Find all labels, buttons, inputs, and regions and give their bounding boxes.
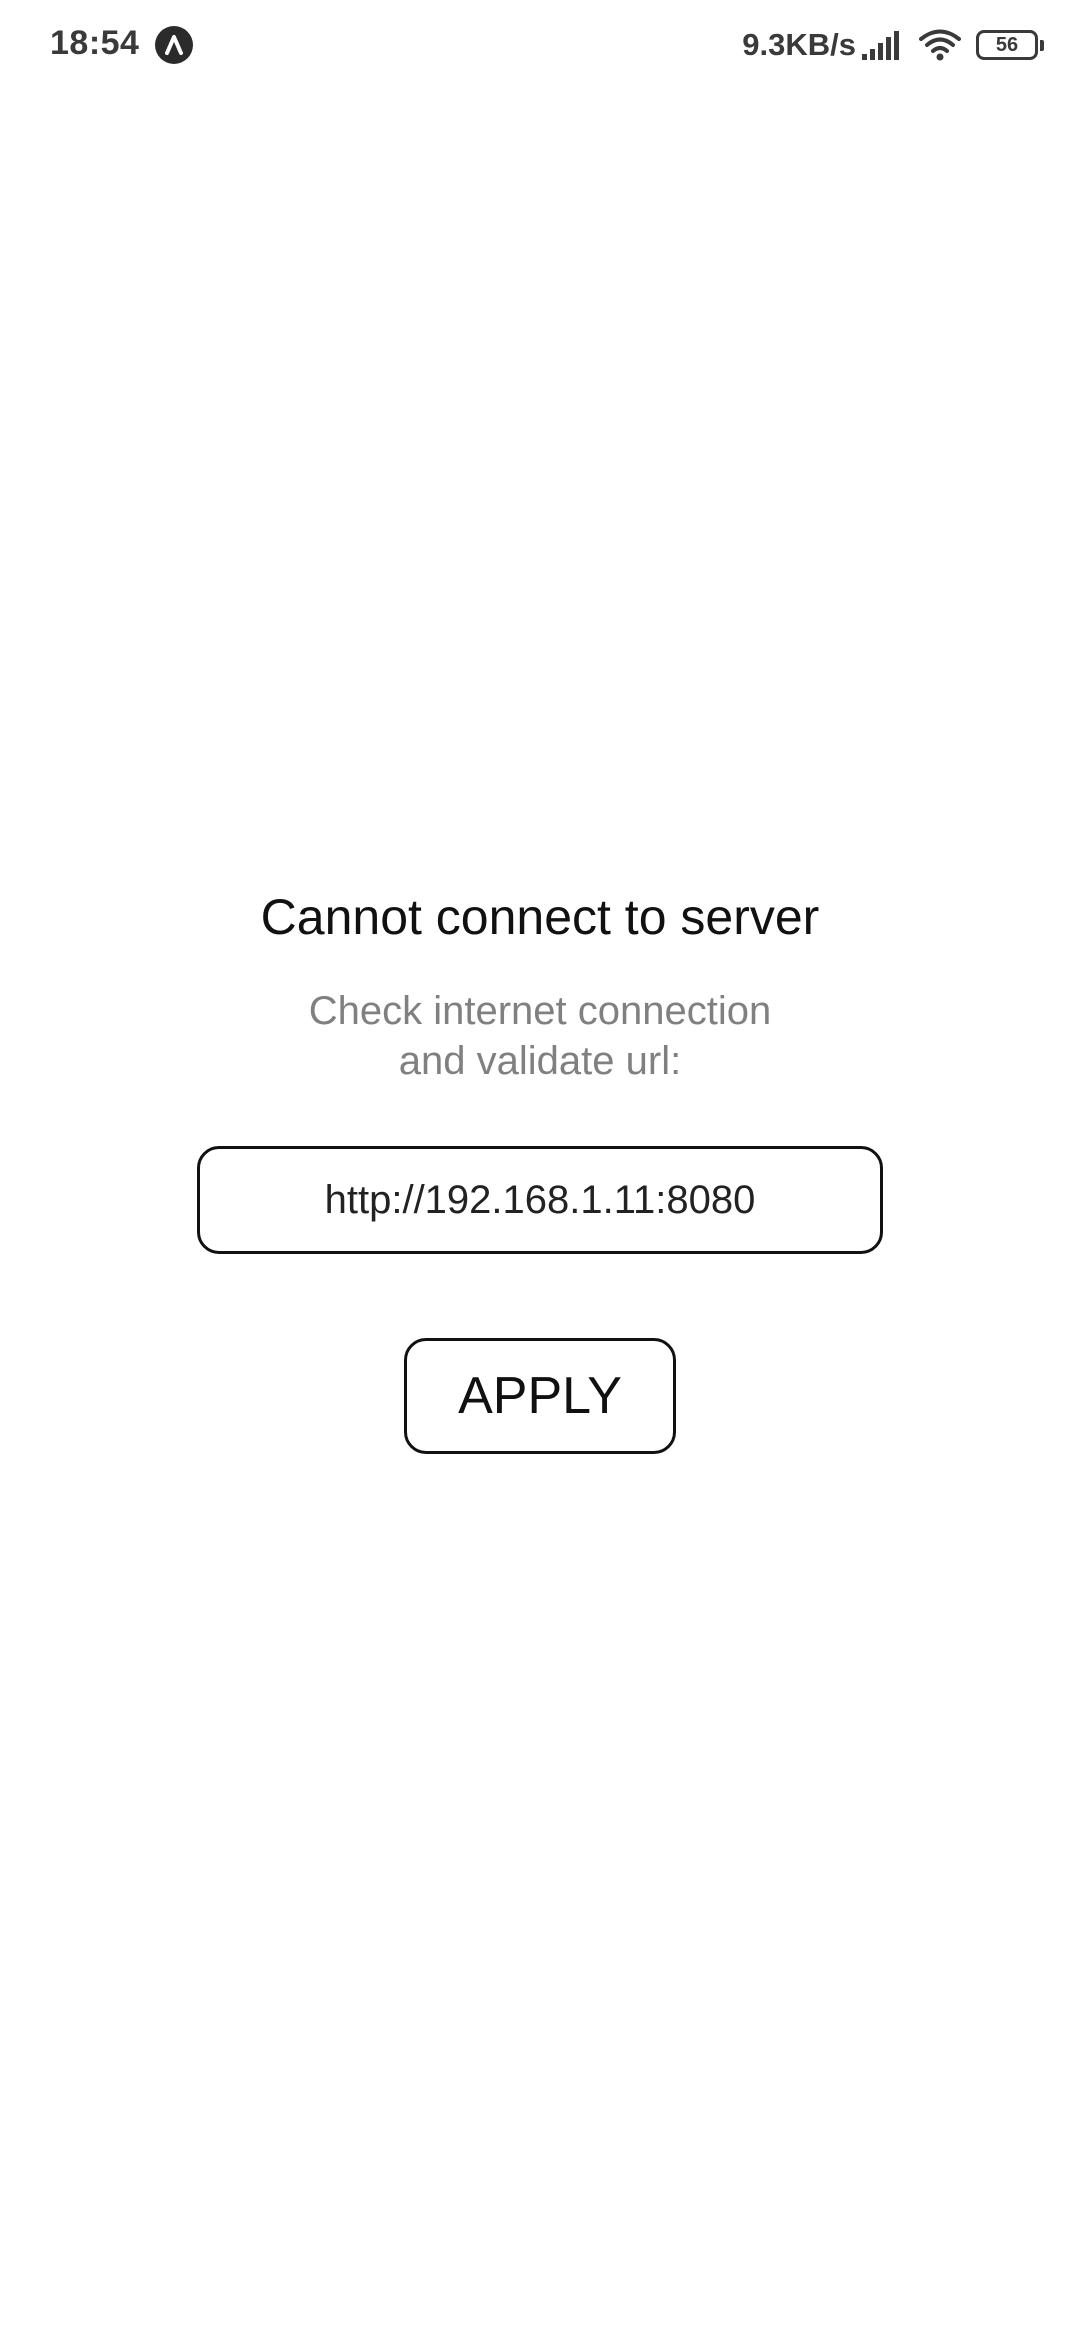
apply-button[interactable]: APPLY <box>404 1338 676 1454</box>
status-indicators: 9.3KB/s 56 <box>742 22 1044 68</box>
subtitle-line-1: Check internet connection <box>308 989 772 1033</box>
status-time: 18:54 <box>50 24 140 62</box>
battery-icon: 56 <box>976 30 1044 60</box>
subtitle-line-2: and validate url: <box>398 1039 682 1083</box>
error-subtitle: Check internet connection and validate u… <box>0 986 1080 1086</box>
cellular-signal-icon <box>862 31 899 60</box>
navigation-arrow-icon <box>155 26 193 64</box>
network-speed: 9.3KB/s <box>742 27 856 62</box>
wifi-icon <box>919 29 961 61</box>
battery-level: 56 <box>995 34 1019 56</box>
server-url-input[interactable] <box>197 1146 883 1254</box>
error-title: Cannot connect to server <box>260 889 820 945</box>
status-bar: 18:54 9.3KB/s 56 <box>0 0 1080 92</box>
